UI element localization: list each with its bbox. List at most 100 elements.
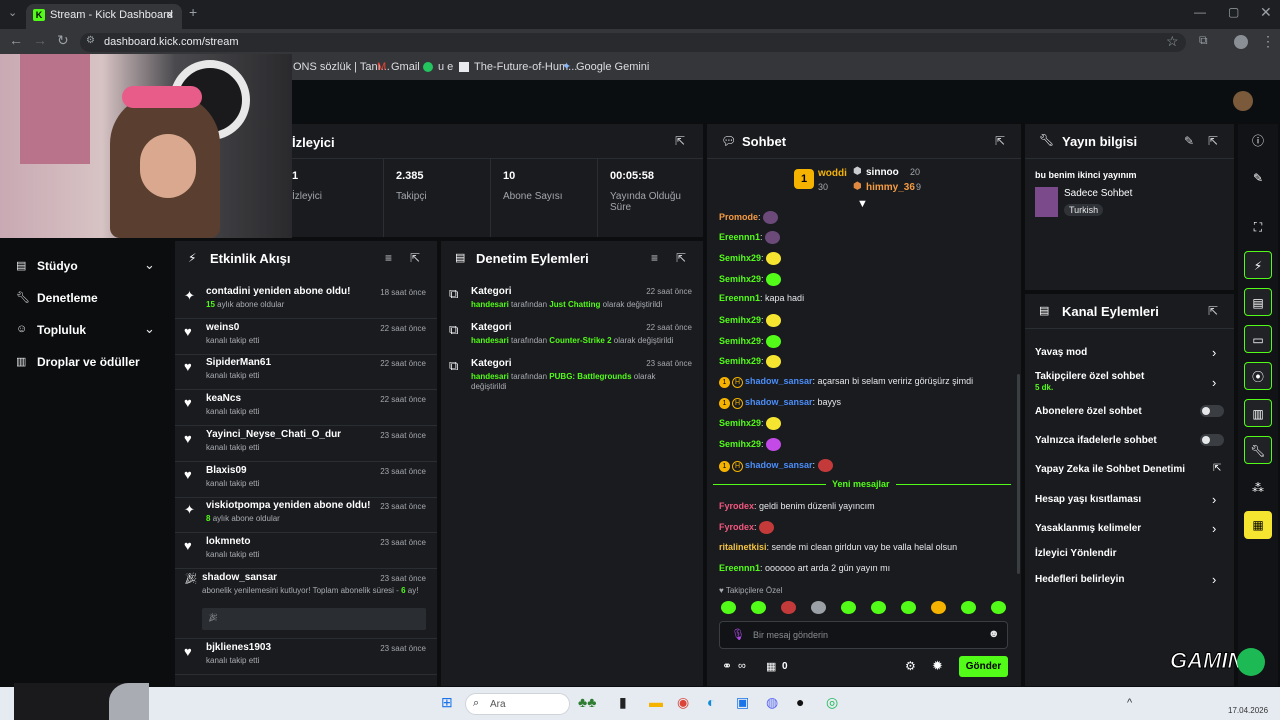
extensions-icon[interactable]: ⧉	[1199, 33, 1208, 48]
emote-only-toggle[interactable]	[1200, 434, 1224, 446]
bookmark-gemini[interactable]: Google Gemini	[576, 61, 649, 73]
moderation-row[interactable]: ⧉ Kategori handesari tarafından Just Cha…	[441, 283, 703, 317]
emote-button[interactable]	[871, 601, 886, 614]
category-name[interactable]: Sadece Sohbet	[1064, 188, 1132, 199]
chat-username[interactable]: shadow_sansar	[745, 460, 813, 470]
nav-studio[interactable]: Stüdyo	[37, 259, 78, 273]
url-field[interactable]: ⚙ dashboard.kick.com/stream	[80, 33, 1186, 52]
emote-button[interactable]	[961, 601, 976, 614]
activity-row[interactable]: 🎉︎ shadow_sansar abonelik yenilemesini k…	[175, 569, 437, 639]
chat-username[interactable]: Semihx29	[719, 356, 761, 366]
chat-username[interactable]: shadow_sansar	[745, 376, 813, 386]
top-gifter-3[interactable]: himmy_36	[866, 182, 915, 193]
emote-button[interactable]	[931, 601, 946, 614]
activity-row[interactable]: ✦ contadini yeniden abone oldu! 15 aylık a…	[175, 283, 437, 319]
user-avatar[interactable]	[1233, 91, 1253, 111]
chat-username[interactable]: shadow_sansar	[745, 397, 813, 407]
chrome-icon[interactable]: ◉	[677, 694, 689, 711]
chat-icon[interactable]: ▭	[1244, 325, 1272, 353]
edge-icon[interactable]: ◐	[707, 694, 715, 710]
moderation-row[interactable]: ⧉ Kategori handesari tarafından PUBG: Ba…	[441, 355, 703, 395]
activity-row[interactable]: ♥ keaNcs kanalı takip etti 22 saat önce	[175, 390, 437, 426]
chat-scrollbar[interactable]	[1017, 374, 1020, 574]
popout-icon[interactable]: ⇱	[675, 134, 685, 148]
chat-username[interactable]: Semihx29	[719, 274, 761, 284]
bookmark-star-icon[interactable]: ☆	[1166, 33, 1179, 50]
activity-row[interactable]: ♥ Yayinci_Neyse_Chati_O_dur kanalı takip e…	[175, 426, 437, 462]
site-info-icon[interactable]: ⚙	[86, 35, 95, 46]
store-icon[interactable]: ▣	[736, 694, 749, 711]
external-link-icon[interactable]: ⇱	[1213, 463, 1221, 474]
nav-moderation[interactable]: Denetleme	[37, 291, 98, 305]
nav-drops[interactable]: Droplar ve ödüller	[37, 355, 140, 369]
action-banned-words[interactable]: Yasaklanmış kelimeler	[1035, 523, 1141, 534]
store-icon[interactable]: ▦	[766, 660, 776, 673]
bookmark-1[interactable]: ONS sözlük | Tanı...	[293, 61, 390, 73]
action-ai-moderation[interactable]: Yapay Zeka ile Sohbet Denetimi	[1035, 464, 1185, 475]
maximize-icon[interactable]: ▢	[1228, 5, 1239, 19]
emote-button[interactable]	[721, 601, 736, 614]
emoji-icon[interactable]: ☻	[988, 628, 1000, 640]
emote-button[interactable]	[991, 601, 1006, 614]
chat-username[interactable]: Promode	[719, 212, 758, 222]
chat-username[interactable]: Ereennn1	[719, 232, 760, 242]
edit-pencil-icon[interactable]: ✎	[1244, 164, 1272, 192]
chat-username[interactable]: Ereennn1	[719, 293, 760, 303]
popout-icon[interactable]: ⇱	[410, 251, 420, 265]
clapper-icon[interactable]: ▦	[1244, 511, 1272, 539]
chevron-down-icon[interactable]: ⌄	[144, 257, 155, 273]
settings-gear-icon[interactable]: ⚙	[905, 659, 916, 673]
nav-community[interactable]: Topluluk	[37, 323, 86, 337]
tray-chevron-icon[interactable]: ^	[1127, 697, 1132, 709]
action-goals[interactable]: Hedefleri belirleyin	[1035, 574, 1124, 585]
chat-username[interactable]: Semihx29	[719, 315, 761, 325]
action-raid[interactable]: İzleyici Yönlendir	[1035, 548, 1117, 559]
close-tab-icon[interactable]: ×	[166, 7, 174, 22]
tab-list-icon[interactable]: ⌄	[8, 6, 17, 19]
popout-icon[interactable]: ⇱	[1208, 304, 1218, 318]
emote-button[interactable]	[781, 601, 796, 614]
emote-button[interactable]	[811, 601, 826, 614]
discord-icon[interactable]: ◍	[766, 694, 778, 711]
minimize-icon[interactable]: —	[1194, 5, 1206, 19]
send-button[interactable]: Gönder	[959, 656, 1008, 677]
chevron-right-icon[interactable]: ›	[1212, 375, 1216, 390]
community-points-icon[interactable]: ⚭	[722, 659, 732, 673]
chevron-right-icon[interactable]: ›	[1212, 572, 1216, 587]
profile-avatar[interactable]	[1234, 35, 1248, 49]
chevron-right-icon[interactable]: ›	[1212, 345, 1216, 360]
bookmark-ue[interactable]: u e	[438, 61, 453, 73]
filter-icon[interactable]: ≡	[651, 251, 658, 265]
language-tag[interactable]: Turkish	[1064, 204, 1104, 216]
chat-username[interactable]: Ereennn1	[719, 563, 760, 573]
edit-pencil-icon[interactable]: ✎	[1184, 134, 1194, 148]
chat-username[interactable]: Semihx29	[719, 253, 761, 263]
reload-icon[interactable]: ↻	[57, 32, 69, 49]
start-icon[interactable]: ⊞	[441, 694, 453, 711]
emote-button[interactable]	[841, 601, 856, 614]
action-account-age[interactable]: Hesap yaşı kısıtlaması	[1035, 494, 1141, 505]
menu-kebab-icon[interactable]: ⋮	[1261, 33, 1275, 50]
forward-icon[interactable]: →	[33, 32, 47, 48]
collapse-icon[interactable]: ▼	[857, 198, 868, 210]
bookmark-gmail[interactable]: Gmail	[391, 61, 420, 73]
top-gifter-2[interactable]: sinnoo	[866, 167, 899, 178]
activity-row[interactable]: ✦ viskiotpompa yeniden abone oldu! 8 aylık…	[175, 497, 437, 533]
task-view-icon[interactable]: ▮	[619, 694, 627, 711]
popout-icon[interactable]: ⇱	[995, 134, 1005, 148]
filter-icon[interactable]: ≡	[385, 251, 392, 265]
wrench-icon[interactable]: 🔧︎	[1244, 436, 1272, 464]
fullscreen-icon[interactable]: ⛶	[1244, 213, 1272, 241]
activity-feed-icon[interactable]: ⚡︎	[1244, 251, 1272, 279]
popout-icon[interactable]: ⇱	[1208, 134, 1218, 148]
channel-actions-icon[interactable]: ▥	[1244, 399, 1272, 427]
chat-username[interactable]: ritalinetkisi	[719, 542, 767, 552]
file-explorer-icon[interactable]: ▬	[649, 694, 663, 710]
microphone-icon[interactable]: 🎙︎	[731, 628, 745, 641]
moderation-log-icon[interactable]: ▤	[1244, 288, 1272, 316]
chevron-down-icon[interactable]: ⌄	[144, 321, 155, 337]
activity-row[interactable]: ♥ lokmneto kanalı takip etti 23 saat önce	[175, 533, 437, 569]
popout-icon[interactable]: ⇱	[676, 251, 686, 265]
emote-button[interactable]	[751, 601, 766, 614]
app-icon[interactable]: ●	[796, 694, 804, 710]
